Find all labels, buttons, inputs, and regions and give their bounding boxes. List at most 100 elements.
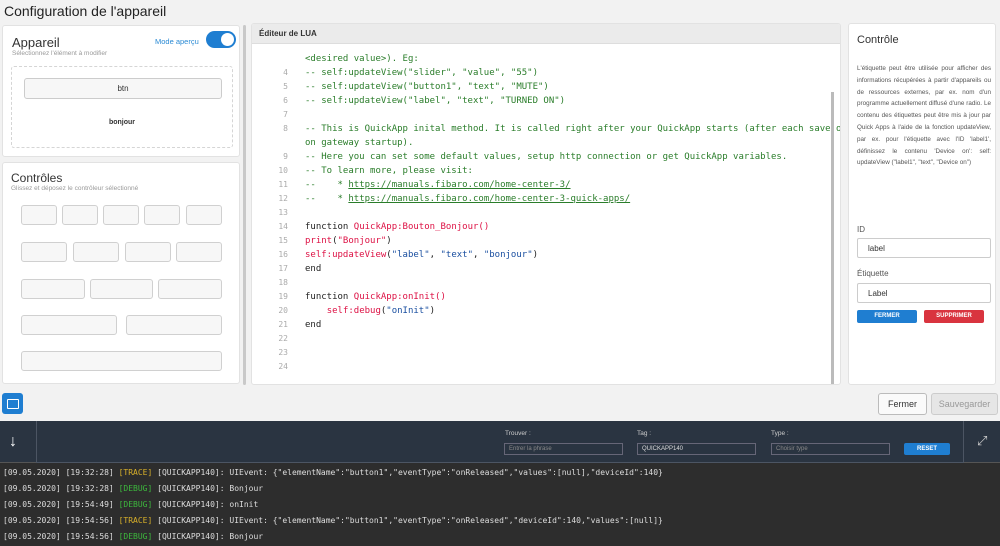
control-widget[interactable] xyxy=(176,242,222,262)
code-line[interactable]: 7 xyxy=(252,108,840,122)
control-widget[interactable] xyxy=(103,205,139,225)
code-line[interactable]: 20 self:debug("onInit") xyxy=(252,304,840,318)
etiquette-field[interactable]: Label xyxy=(857,283,991,303)
control-widget[interactable] xyxy=(144,205,180,225)
control-widget[interactable] xyxy=(90,279,153,299)
code-line[interactable]: 5 -- self:updateView("button1", "text", "… xyxy=(252,80,840,94)
control-widget[interactable] xyxy=(125,242,171,262)
type-select[interactable]: Choisir type xyxy=(771,443,890,455)
terminal-icon[interactable] xyxy=(2,393,23,414)
code-text: -- self:updateView("slider", "value", "5… xyxy=(305,68,538,78)
control-widget[interactable] xyxy=(126,315,222,335)
console-log: [09.05.2020] [19:32:28] [TRACE] [QUICKAP… xyxy=(0,465,1000,545)
code-line[interactable]: 19 function QuickApp:onInit() xyxy=(252,290,840,304)
code-line[interactable]: <desired value>). Eg: xyxy=(252,52,840,66)
log-line: [09.05.2020] [19:54:49] [DEBUG] [QUICKAP… xyxy=(3,500,259,509)
fermer-button[interactable]: Fermer xyxy=(878,393,927,415)
code-text: -- * https://manuals.fibaro.com/home-cen… xyxy=(305,180,571,190)
code-line[interactable]: 14 function QuickApp:Bouton_Bonjour() xyxy=(252,220,840,234)
close-control-button[interactable]: FERMER xyxy=(857,310,917,323)
id-label: ID xyxy=(857,225,865,234)
line-number: 14 xyxy=(278,222,288,231)
code-line[interactable]: 17 end xyxy=(252,262,840,276)
code-line[interactable]: 18 xyxy=(252,276,840,290)
search-input[interactable]: Entrer la phrase xyxy=(504,443,623,455)
code-area[interactable]: <desired value>). Eg: 4 -- self:updateView… xyxy=(252,52,841,374)
code-line[interactable]: 22 xyxy=(252,332,840,346)
line-number: 22 xyxy=(278,334,288,343)
code-text: end xyxy=(305,264,322,274)
lua-editor-panel: Éditeur de LUA <desired value>). Eg: 4 -- … xyxy=(251,23,841,385)
control-widget[interactable] xyxy=(62,205,98,225)
controls-heading: Contrôles xyxy=(11,171,63,185)
preview-mode-toggle[interactable] xyxy=(206,31,236,48)
expand-icon[interactable]: ⤢ xyxy=(977,433,987,449)
code-text: print("Bonjour") xyxy=(305,236,392,246)
code-text: -- self:updateView("label", "text", "TUR… xyxy=(305,96,566,106)
control-widget[interactable] xyxy=(21,315,117,335)
delete-control-button[interactable]: SUPPRIMER xyxy=(924,310,984,323)
code-line[interactable]: 12 -- * https://manuals.fibaro.com/home-c… xyxy=(252,192,840,206)
control-description: L'étiquette peut être utilisée pour affi… xyxy=(857,65,991,167)
code-line[interactable]: 10 -- To learn more, please visit: xyxy=(252,164,840,178)
code-text: function QuickApp:Bouton_Bonjour() xyxy=(305,222,490,232)
code-text: -- To learn more, please visit: xyxy=(305,166,473,176)
editor-scrollbar[interactable] xyxy=(831,92,834,384)
code-line[interactable]: on gateway startup). xyxy=(252,136,840,150)
code-text: -- self:updateView("button1", "text", "M… xyxy=(305,82,549,92)
code-line[interactable]: 13 xyxy=(252,206,840,220)
code-text: -- * https://manuals.fibaro.com/home-cen… xyxy=(305,194,631,204)
sauvegarder-button[interactable]: Sauvegarder xyxy=(931,393,998,415)
code-line[interactable]: 8 -- This is QuickApp inital method. It i… xyxy=(252,122,841,136)
line-number: 6 xyxy=(283,96,288,105)
control-widget[interactable] xyxy=(73,242,119,262)
control-widget[interactable] xyxy=(158,279,222,299)
left-scrollbar[interactable] xyxy=(243,25,246,385)
code-line[interactable]: 23 xyxy=(252,346,840,360)
preview-button-btn[interactable]: btn xyxy=(24,78,222,99)
log-line: [09.05.2020] [19:54:56] [TRACE] [QUICKAP… xyxy=(3,516,663,525)
control-widget[interactable] xyxy=(21,351,222,371)
log-line: [09.05.2020] [19:32:28] [DEBUG] [QUICKAP… xyxy=(3,484,264,493)
editor-title: Éditeur de LUA xyxy=(252,24,840,44)
code-line[interactable]: 4 -- self:updateView("slider", "value", "… xyxy=(252,66,840,80)
code-line[interactable]: 24 xyxy=(252,360,840,374)
line-number: 9 xyxy=(283,152,288,161)
line-number: 19 xyxy=(278,292,288,301)
code-text: -- This is QuickApp inital method. It is… xyxy=(305,124,841,134)
line-number: 10 xyxy=(278,166,288,175)
line-number: 7 xyxy=(283,110,288,119)
device-subtitle: Sélectionnez l'élément à modifier xyxy=(12,50,108,57)
device-heading: Appareil xyxy=(12,35,60,50)
line-number: 21 xyxy=(278,320,288,329)
console-toolbar: ↓ Trouver : Entrer la phrase Tag : QUICK… xyxy=(0,421,1000,463)
code-text: self:updateView("label", "text", "bonjou… xyxy=(305,250,539,260)
id-field[interactable]: label xyxy=(857,238,991,258)
tag-select[interactable]: QUICKAPP140 xyxy=(637,443,756,455)
code-line[interactable]: 9 -- Here you can set some default values… xyxy=(252,150,840,164)
arrow-down-icon[interactable]: ↓ xyxy=(9,433,17,451)
code-text: on gateway startup). xyxy=(305,138,414,148)
line-number: 23 xyxy=(278,348,288,357)
line-number: 12 xyxy=(278,194,288,203)
controls-panel: Contrôles Glissez et déposez le contrôle… xyxy=(2,162,240,384)
code-line[interactable]: 16 self:updateView("label", "text", "bonj… xyxy=(252,248,840,262)
etiquette-label: Étiquette xyxy=(857,269,889,278)
control-widget[interactable] xyxy=(21,205,57,225)
line-number: 24 xyxy=(278,362,288,371)
line-number: 11 xyxy=(278,180,288,189)
code-line[interactable]: 6 -- self:updateView("label", "text", "TU… xyxy=(252,94,840,108)
line-number: 13 xyxy=(278,208,288,217)
preview-label-bonjour[interactable]: bonjour xyxy=(12,119,232,126)
code-line[interactable]: 21 end xyxy=(252,318,840,332)
code-line[interactable]: 15 print("Bonjour") xyxy=(252,234,840,248)
code-line[interactable]: 11 -- * https://manuals.fibaro.com/home-c… xyxy=(252,178,840,192)
code-text: <desired value>). Eg: xyxy=(305,54,419,64)
control-widget[interactable] xyxy=(186,205,222,225)
reset-button[interactable]: RESET xyxy=(904,443,950,455)
control-widget[interactable] xyxy=(21,279,85,299)
code-text: -- Here you can set some default values,… xyxy=(305,152,788,162)
control-widget[interactable] xyxy=(21,242,67,262)
line-number: 5 xyxy=(283,82,288,91)
device-preview-area: btn bonjour xyxy=(11,66,233,148)
